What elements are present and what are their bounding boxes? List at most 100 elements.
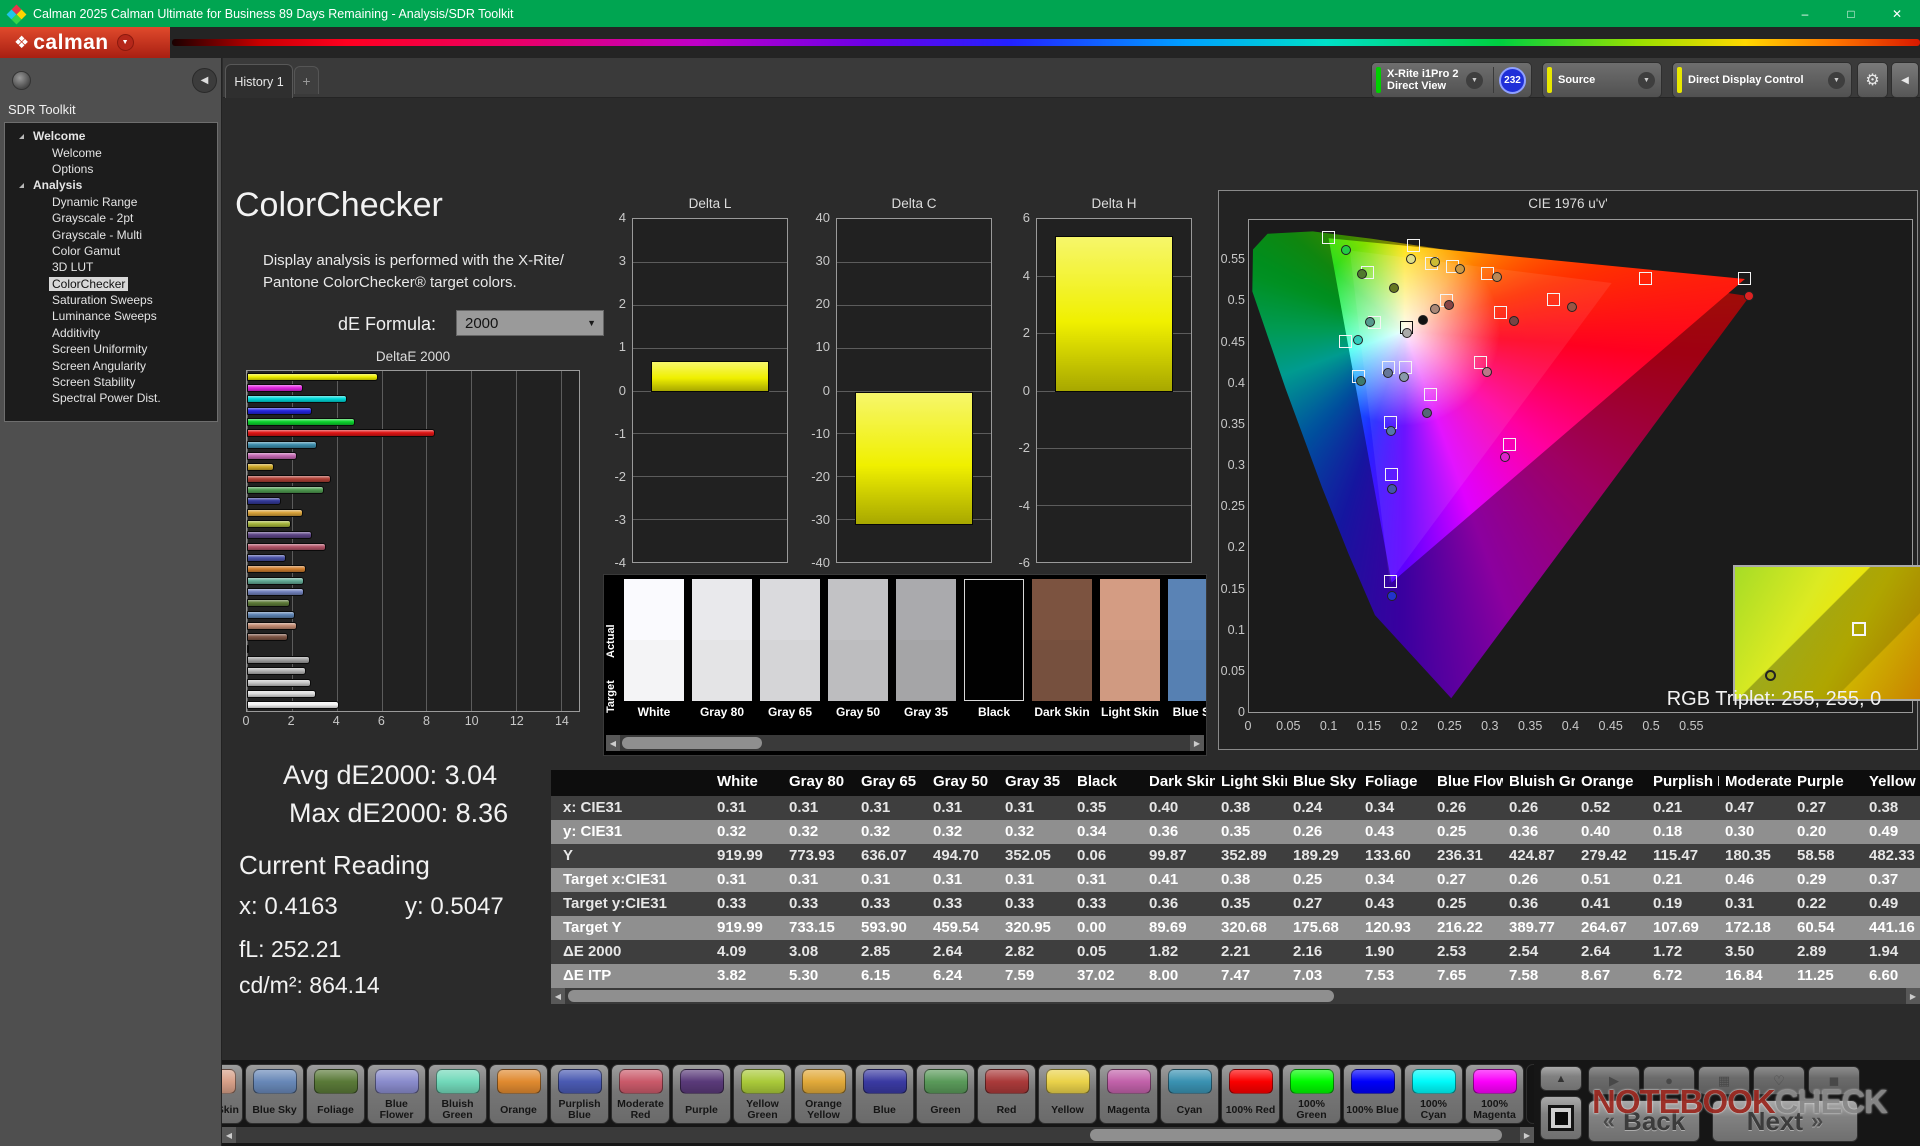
next-button[interactable]: Next » (1712, 1100, 1858, 1142)
sidebar-collapse-button[interactable]: ◀ (192, 68, 217, 93)
patch-button-blue-flower[interactable]: Blue Flower (367, 1064, 426, 1124)
sidebar-item-options[interactable]: Options (5, 161, 217, 177)
tree-expander-icon[interactable] (19, 134, 24, 139)
sidebar-item-analysis[interactable]: Analysis (5, 177, 217, 193)
sidebar-item-screen-uniformity[interactable]: Screen Uniformity (5, 341, 217, 357)
add-tab-button[interactable]: + (294, 66, 319, 94)
chevron-down-icon[interactable]: ▼ (1828, 72, 1845, 89)
patch-button-100-green[interactable]: 100% Green (1282, 1064, 1341, 1124)
patch-button-moderate-red[interactable]: Moderate Red (611, 1064, 670, 1124)
display-control-selector[interactable]: Direct Display Control ▼ (1672, 62, 1852, 98)
scroll-left-icon[interactable]: ◀ (222, 1127, 236, 1143)
maximize-button[interactable]: □ (1828, 0, 1874, 27)
patch-button-red[interactable]: Red (977, 1064, 1036, 1124)
patch-button-magenta[interactable]: Magenta (1099, 1064, 1158, 1124)
scroll-left-icon[interactable]: ◀ (551, 988, 565, 1004)
patch-button-100-magenta[interactable]: 100% Magenta (1465, 1064, 1524, 1124)
table-cell: 2.53 (1431, 940, 1503, 964)
patch-button-bluish-green[interactable]: Bluish Green (428, 1064, 487, 1124)
patch-button-cyan[interactable]: Cyan (1160, 1064, 1219, 1124)
table-cell: 919.99 (711, 844, 783, 868)
patch-button-100-blue[interactable]: 100% Blue (1343, 1064, 1402, 1124)
scroll-right-icon[interactable]: ▶ (1906, 988, 1920, 1004)
tab-history-1[interactable]: History 1 (225, 64, 293, 98)
sidebar-item-colorchecker[interactable]: ColorChecker (5, 276, 217, 292)
scrollbar-thumb[interactable] (622, 737, 762, 749)
minimize-button[interactable]: – (1782, 0, 1828, 27)
column-header-blue-sky: Blue Sky (1287, 770, 1359, 796)
patch-button-yellow[interactable]: Yellow (1038, 1064, 1097, 1124)
sidebar-item-3d-lut[interactable]: 3D LUT (5, 259, 217, 275)
toolbar-icon-button-2[interactable]: ● (1643, 1066, 1695, 1095)
swatch-gray-65[interactable] (760, 579, 820, 701)
source-selector[interactable]: Source ▼ (1542, 62, 1662, 98)
toolbar-icon-button-1[interactable]: ▶ (1588, 1066, 1640, 1095)
patch-button-light-skin[interactable]: Light Skin (222, 1064, 243, 1124)
patch-button-100-cyan[interactable]: 100% Cyan (1404, 1064, 1463, 1124)
swatch-gray-35[interactable] (896, 579, 956, 701)
patch-button-purple[interactable]: Purple (672, 1064, 731, 1124)
patch-button-blue[interactable]: Blue (855, 1064, 914, 1124)
scroll-right-icon[interactable]: ▶ (1190, 735, 1204, 751)
scroll-up-button[interactable]: ▲ (1540, 1066, 1582, 1091)
toolbar-icon-button-3[interactable]: ▦ (1698, 1066, 1750, 1095)
swatch-gray-50[interactable] (828, 579, 888, 701)
sidebar-item-welcome[interactable]: Welcome (5, 144, 217, 160)
sidebar-item-spectral-power-dist-[interactable]: Spectral Power Dist. (5, 390, 217, 406)
back-button[interactable]: « Back (1588, 1100, 1700, 1142)
chevron-down-icon[interactable]: ▼ (1466, 72, 1483, 89)
scroll-right-icon[interactable]: ▶ (1520, 1127, 1534, 1143)
scrollbar-thumb[interactable] (1090, 1129, 1502, 1141)
toolbar-scrollbar[interactable]: ◀ ▶ (222, 1127, 1534, 1143)
de-formula-select[interactable]: 2000 ▼ (456, 310, 604, 336)
scrollbar-thumb[interactable] (568, 990, 1334, 1002)
patch-button-blue-sky[interactable]: Blue Sky (245, 1064, 304, 1124)
patch-button-yellow-green[interactable]: Yellow Green (733, 1064, 792, 1124)
stop-button[interactable] (1540, 1096, 1582, 1140)
table-cell: 0.31 (783, 868, 855, 892)
patch-label: Cyan (1161, 1096, 1218, 1124)
sidebar-item-color-gamut[interactable]: Color Gamut (5, 243, 217, 259)
patch-button-100-red[interactable]: 100% Red (1221, 1064, 1280, 1124)
sidebar-item-saturation-sweeps[interactable]: Saturation Sweeps (5, 292, 217, 308)
sidebar-item-welcome[interactable]: Welcome (5, 128, 217, 144)
sidebar-item-dynamic-range[interactable]: Dynamic Range (5, 194, 217, 210)
patch-button-green[interactable]: Green (916, 1064, 975, 1124)
swatch-blue-sky[interactable] (1168, 579, 1207, 701)
toolbar-icon-button-4[interactable]: ♡ (1753, 1066, 1805, 1095)
tree-expander-icon[interactable] (19, 183, 24, 188)
sidebar-item-grayscale-2pt[interactable]: Grayscale - 2pt (5, 210, 217, 226)
swatch-black[interactable] (964, 579, 1024, 701)
swatch-dark-skin[interactable] (1032, 579, 1092, 701)
meter-selector[interactable]: X-Rite i1Pro 2 Direct View ▼ 232 (1371, 62, 1532, 98)
calman-menu-button[interactable]: ❖ calman ▼ (0, 27, 170, 58)
bar-row (247, 531, 579, 539)
swatch-white[interactable] (624, 579, 684, 701)
swatch-gray-80[interactable] (692, 579, 752, 701)
sidebar-item-screen-angularity[interactable]: Screen Angularity (5, 357, 217, 373)
patch-label: Purple (673, 1096, 730, 1124)
patch-button-orange-yellow[interactable]: Orange Yellow (794, 1064, 853, 1124)
patch-chip (985, 1069, 1029, 1094)
sidebar-item-grayscale-multi[interactable]: Grayscale - Multi (5, 226, 217, 242)
patch-button-100-yellow[interactable]: 100% Yellow (1526, 1064, 1534, 1124)
patch-button-orange[interactable]: Orange (489, 1064, 548, 1124)
swatch-scrollbar[interactable]: ◀ ▶ (606, 735, 1204, 751)
patch-button-purplish-blue[interactable]: Purplish Blue (550, 1064, 609, 1124)
collapse-panel-button[interactable]: ◀ (1891, 62, 1919, 98)
sidebar-item-screen-stability[interactable]: Screen Stability (5, 374, 217, 390)
sidebar-item-additivity[interactable]: Additivity (5, 325, 217, 341)
table-cell: 2.85 (855, 940, 927, 964)
scroll-left-icon[interactable]: ◀ (606, 735, 620, 751)
table-scrollbar[interactable]: ◀ ▶ (551, 988, 1920, 1004)
sidebar-item-luminance-sweeps[interactable]: Luminance Sweeps (5, 308, 217, 324)
close-button[interactable]: ✕ (1874, 0, 1920, 27)
toolbar-icon-button-5[interactable]: ◼ (1808, 1066, 1860, 1095)
chevron-down-icon[interactable]: ▼ (1638, 72, 1655, 89)
settings-button[interactable]: ⚙ (1857, 62, 1888, 98)
swatch-light-skin[interactable] (1100, 579, 1160, 701)
patch-button-foliage[interactable]: Foliage (306, 1064, 365, 1124)
sidebar-radio-icon[interactable] (12, 71, 31, 90)
table-cell: 0.34 (1359, 796, 1431, 820)
chevron-down-icon[interactable]: ▼ (117, 34, 134, 51)
